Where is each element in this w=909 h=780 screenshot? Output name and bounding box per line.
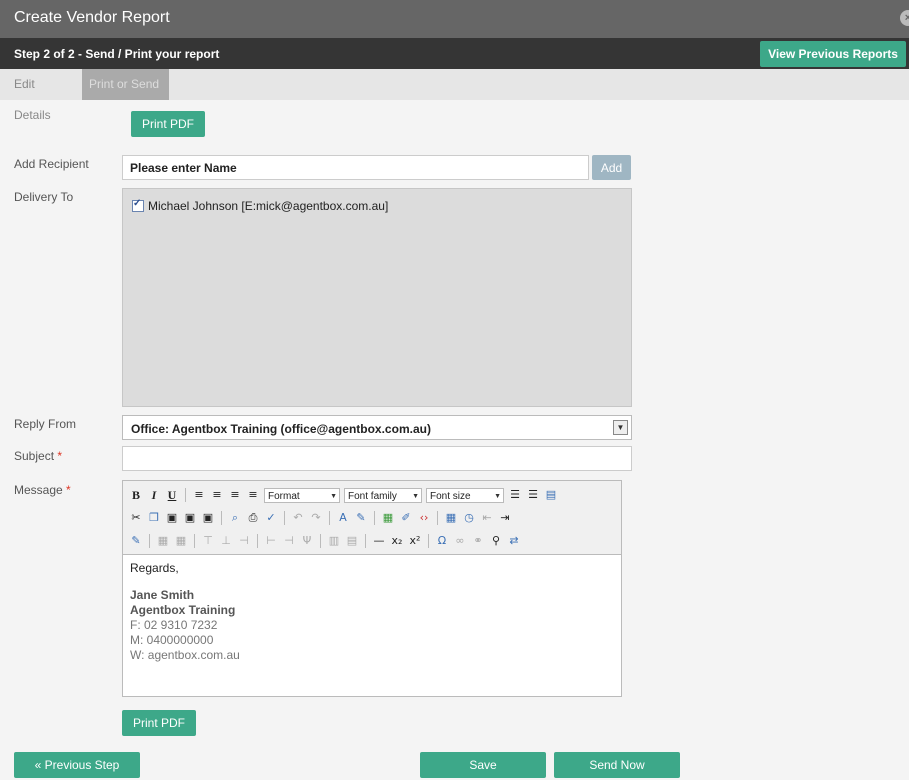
align-left-icon[interactable]: ≡ — [192, 488, 206, 502]
add-recipient-button[interactable]: Add — [592, 155, 631, 180]
table-icon[interactable]: ▦ — [156, 534, 170, 548]
step-label: Step 2 of 2 - Send / Print your report — [14, 47, 220, 61]
reply-from-value: Office: Agentbox Training (office@agentb… — [131, 422, 431, 436]
cut-icon[interactable]: ✂ — [129, 511, 143, 525]
view-previous-reports-button[interactable]: View Previous Reports — [760, 41, 906, 67]
delivery-to-label: Delivery To — [14, 190, 74, 204]
superscript-icon[interactable]: x² — [408, 534, 422, 548]
clean-icon[interactable]: ✐ — [399, 511, 413, 525]
subject-label: Subject * — [14, 449, 63, 463]
delivery-item-text: Michael Johnson [E:mick@agentbox.com.au] — [148, 199, 389, 213]
step-bar: Step 2 of 2 - Send / Print your report V… — [0, 38, 909, 69]
text-color-icon[interactable]: A — [336, 511, 350, 525]
find-icon[interactable]: ⌕ — [228, 511, 242, 525]
subscript-icon[interactable]: x₂ — [390, 534, 404, 548]
bold-icon[interactable]: B — [129, 488, 143, 502]
blockquote-icon[interactable]: ▤ — [544, 488, 558, 502]
print-icon[interactable]: ⎙ — [246, 511, 260, 525]
send-now-button[interactable]: Send Now — [554, 752, 680, 778]
align-center-icon[interactable]: ≡ — [210, 488, 224, 502]
paste-text-icon[interactable]: ▣ — [183, 511, 197, 525]
save-button[interactable]: Save — [420, 752, 546, 778]
subject-input[interactable] — [122, 446, 632, 471]
special-char-icon[interactable]: Ω — [435, 534, 449, 548]
reply-from-label: Reply From — [14, 417, 77, 431]
print-pdf-button-bottom[interactable]: Print PDF — [122, 710, 196, 736]
font-family-select[interactable]: Font family ▼ — [344, 487, 422, 503]
insert-row-after-icon[interactable]: ⊥ — [219, 534, 233, 548]
align-justify-icon[interactable]: ≡ — [246, 488, 260, 502]
chevron-down-icon[interactable]: ▼ — [613, 420, 628, 435]
horizontal-rule-icon[interactable]: — — [372, 534, 386, 548]
format-select[interactable]: Format ▼ — [264, 487, 340, 503]
reply-from-select[interactable]: Office: Agentbox Training (office@agentb… — [122, 415, 632, 440]
editor-content[interactable]: Regards, Jane Smith Agentbox Training F:… — [130, 561, 240, 663]
bullet-list-icon[interactable]: ☰ — [508, 488, 522, 502]
signature-company: Agentbox Training — [130, 603, 236, 617]
align-right-icon[interactable]: ≡ — [228, 488, 242, 502]
replace-icon[interactable]: ⇄ — [507, 534, 521, 548]
delivery-list: Michael Johnson [E:mick@agentbox.com.au] — [122, 188, 632, 407]
delete-row-icon[interactable]: ⊣ — [237, 534, 251, 548]
undo-icon[interactable]: ↶ — [291, 511, 305, 525]
underline-icon[interactable]: U — [165, 488, 179, 502]
tab-print-or-send[interactable]: Print or Send — [82, 69, 169, 100]
tab-edit-details[interactable]: Edit Details — [7, 69, 81, 122]
add-recipient-label: Add Recipient — [14, 157, 89, 171]
signature-fax: F: 02 9310 7232 — [130, 618, 218, 632]
redo-icon[interactable]: ↷ — [309, 511, 323, 525]
merge-cells-icon[interactable]: ▤ — [345, 534, 359, 548]
table-props-icon[interactable]: ▦ — [174, 534, 188, 548]
highlight-icon[interactable]: ✎ — [354, 511, 368, 525]
link-icon[interactable]: ∞ — [453, 534, 467, 548]
delete-col-icon[interactable]: Ψ — [300, 534, 314, 548]
list-item[interactable]: Michael Johnson [E:mick@agentbox.com.au] — [132, 198, 389, 213]
time-icon[interactable]: ◷ — [462, 511, 476, 525]
copy-icon[interactable]: ❐ — [147, 511, 161, 525]
recipient-name-input[interactable] — [122, 155, 589, 180]
message-editor[interactable]: B I U ≡ ≡ ≡ ≡ Format ▼ Font family ▼ Font … — [122, 480, 622, 697]
indent-icon[interactable]: ⇥ — [498, 511, 512, 525]
html-icon[interactable]: ‹› — [417, 511, 431, 525]
print-pdf-button-top[interactable]: Print PDF — [131, 111, 205, 137]
numbered-list-icon[interactable]: ☰ — [526, 488, 540, 502]
insert-col-after-icon[interactable]: ⊣ — [282, 534, 296, 548]
insert-row-before-icon[interactable]: ⊤ — [201, 534, 215, 548]
signature-mobile: M: 0400000000 — [130, 633, 214, 647]
image-icon[interactable]: ▦ — [381, 511, 395, 525]
italic-icon[interactable]: I — [147, 488, 161, 502]
close-icon[interactable]: × — [900, 10, 909, 26]
paste-word-icon[interactable]: ▣ — [201, 511, 215, 525]
split-cells-icon[interactable]: ▥ — [327, 534, 341, 548]
search-icon[interactable]: ⚲ — [489, 534, 503, 548]
window-titlebar: Create Vendor Report × — [0, 0, 909, 38]
previous-step-button[interactable]: « Previous Step — [14, 752, 140, 778]
unlink-icon[interactable]: ⚭ — [471, 534, 485, 548]
window-title: Create Vendor Report — [14, 9, 170, 26]
tab-bar: Edit Details Print or Send — [0, 69, 909, 122]
font-size-select[interactable]: Font size ▼ — [426, 487, 504, 503]
signature-web: W: agentbox.com.au — [130, 648, 240, 662]
spellcheck-icon[interactable]: ✓ — [264, 511, 278, 525]
delivery-checkbox[interactable] — [132, 198, 144, 212]
message-label: Message * — [14, 483, 71, 497]
insert-col-before-icon[interactable]: ⊢ — [264, 534, 278, 548]
editor-toolbar: B I U ≡ ≡ ≡ ≡ Format ▼ Font family ▼ Font … — [123, 481, 621, 555]
edit-icon[interactable]: ✎ — [129, 534, 143, 548]
paste-icon[interactable]: ▣ — [165, 511, 179, 525]
outdent-icon[interactable]: ⇤ — [480, 511, 494, 525]
signature-name: Jane Smith — [130, 588, 195, 602]
date-icon[interactable]: ▦ — [444, 511, 458, 525]
message-greeting: Regards, — [130, 561, 179, 575]
